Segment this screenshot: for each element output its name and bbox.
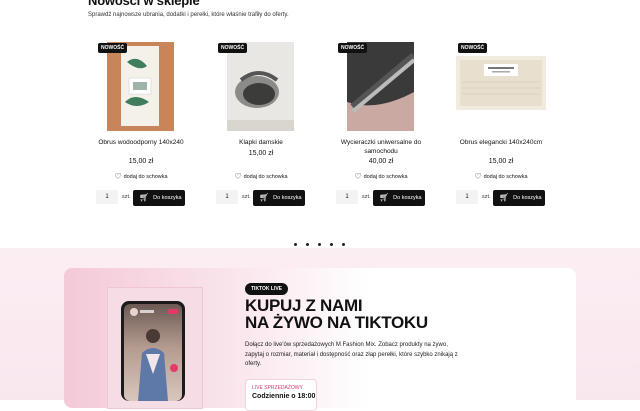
section-title: Nowości w sklepie — [88, 0, 200, 8]
quantity-unit: szt. — [362, 194, 371, 200]
add-to-cart-button[interactable]: 🛒︎ Do koszyka — [493, 190, 545, 206]
cart-icon: 🛒︎ — [259, 193, 270, 202]
product-image-slippers[interactable] — [227, 42, 294, 131]
add-to-cart-button[interactable]: 🛒︎ Do koszyka — [373, 190, 425, 206]
wishlist-label: dodaj do schowka — [123, 174, 168, 180]
section-subtitle: Sprawdź najnowsze ubrania, dodatki i per… — [88, 12, 289, 18]
quantity-input[interactable]: 1 — [96, 190, 118, 204]
add-to-cart-button[interactable]: 🛒︎ Do koszyka — [253, 190, 305, 206]
wishlist-label: dodaj do schowka — [363, 174, 408, 180]
pagination-dot[interactable] — [318, 243, 321, 246]
product-name[interactable]: Obrus wodoodporny 140x240 — [88, 138, 194, 147]
cart-icon: 🛒︎ — [139, 193, 150, 202]
add-to-cart-label: Do koszyka — [153, 195, 182, 201]
product-name[interactable]: Obrus elegancki 140x240cm — [448, 138, 554, 147]
heart-icon: ♡ — [354, 172, 362, 181]
quantity-unit: szt. — [242, 194, 251, 200]
product-carousel: NOWOŚĆ Obrus wodoodporny 140x240 15,00 z… — [88, 38, 552, 213]
product-card[interactable]: NOWOŚĆ Klapki damskie 15,00 zł ♡ dodaj do… — [208, 38, 328, 213]
add-to-cart-label: Do koszyka — [273, 195, 302, 201]
product-image-elegant-tablecloth[interactable] — [456, 42, 546, 131]
add-to-wishlist-button[interactable]: ♡ dodaj do schowka — [208, 172, 314, 181]
product-image-wipers[interactable] — [347, 42, 414, 131]
title-line-1: KUPUJ Z NAMI — [245, 296, 363, 315]
product-price: 15,00 zł — [248, 150, 274, 157]
add-to-cart-label: Do koszyka — [393, 195, 422, 201]
new-badge: NOWOŚĆ — [338, 43, 368, 53]
add-to-cart-label: Do koszyka — [513, 195, 542, 201]
product-name[interactable]: Klapki damskie — [208, 138, 314, 147]
quantity-input[interactable]: 1 — [336, 190, 358, 204]
title-line-2: NA ŻYWO NA TIKTOKU — [245, 313, 428, 332]
quantity-input[interactable]: 1 — [456, 190, 478, 204]
cart-icon: 🛒︎ — [499, 193, 510, 202]
cart-icon: 🛒︎ — [379, 193, 390, 202]
pagination-dot[interactable] — [294, 243, 297, 246]
pagination-dot[interactable] — [330, 243, 333, 246]
add-to-cart-button[interactable]: 🛒︎ Do koszyka — [133, 190, 185, 206]
live-schedule-time: Codziennie o 18:00 — [252, 393, 316, 400]
product-price: 15,00 zł — [488, 158, 514, 165]
new-badge: NOWOŚĆ — [458, 43, 488, 53]
quantity-unit: szt. — [482, 194, 491, 200]
quantity-unit: szt. — [122, 194, 131, 200]
quantity-input[interactable]: 1 — [216, 190, 238, 204]
wishlist-label: dodaj do schowka — [243, 174, 288, 180]
product-name[interactable]: Wycieraczki uniwersalne do samochodu — [328, 138, 434, 156]
tiktok-live-title: KUPUJ Z NAMI NA ŻYWO NA TIKTOKU — [245, 297, 428, 331]
product-card[interactable]: NOWOŚĆ Obrus wodoodporny 140x240 15,00 z… — [88, 38, 208, 213]
tiktok-live-description: Dołącz do live'ów sprzedażowych M Fashio… — [245, 342, 458, 367]
product-card[interactable]: NOWOŚĆ Obrus elegancki 140x240cm 15,00 z… — [448, 38, 568, 213]
live-stream-preview-image — [124, 304, 182, 401]
heart-icon: ♡ — [474, 172, 482, 181]
new-badge: NOWOŚĆ — [98, 43, 128, 53]
add-to-wishlist-button[interactable]: ♡ dodaj do schowka — [328, 172, 434, 181]
new-badge: NOWOŚĆ — [218, 43, 248, 53]
phone-mockup — [121, 301, 185, 401]
add-to-wishlist-button[interactable]: ♡ dodaj do schowka — [448, 172, 554, 181]
live-schedule-box: LIVE SPRZEDAŻOWY Codziennie o 18:00 — [245, 379, 317, 411]
add-to-wishlist-button[interactable]: ♡ dodaj do schowka — [88, 172, 194, 181]
pagination-dot[interactable] — [342, 243, 345, 246]
product-image-tablecloth[interactable] — [107, 42, 174, 131]
heart-icon: ♡ — [234, 172, 242, 181]
wishlist-label: dodaj do schowka — [483, 174, 528, 180]
product-card[interactable]: NOWOŚĆ Wycieraczki uniwersalne do samoch… — [328, 38, 448, 213]
product-price: 40,00 zł — [368, 158, 394, 165]
heart-icon: ♡ — [114, 172, 122, 181]
live-schedule-label: LIVE SPRZEDAŻOWY — [252, 385, 303, 391]
product-price: 15,00 zł — [128, 158, 154, 165]
tiktok-live-tag: TIKTOK LIVE — [245, 283, 289, 295]
pagination-dot[interactable] — [306, 243, 309, 246]
